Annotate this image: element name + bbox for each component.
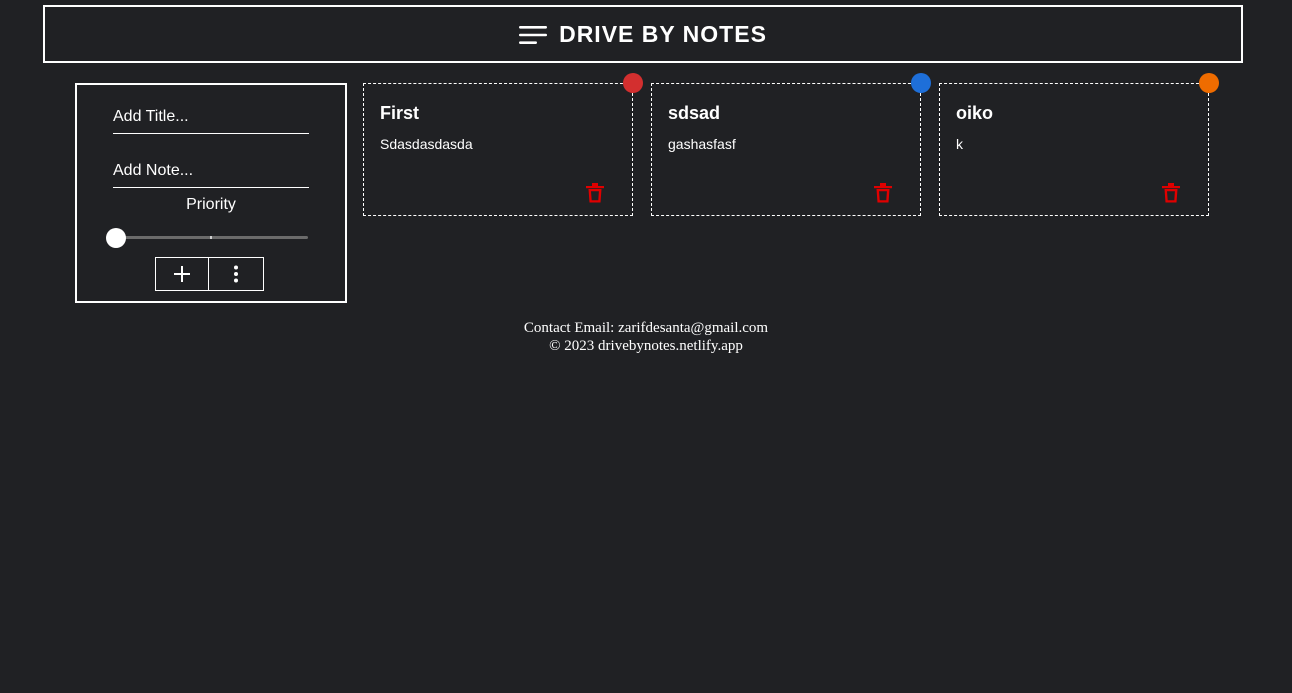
priority-dot	[623, 73, 643, 93]
priority-slider-thumb[interactable]	[106, 228, 126, 248]
form-button-group	[155, 257, 264, 291]
footer: Contact Email: zarifdesanta@gmail.com © …	[0, 319, 1292, 355]
priority-label: Priority	[186, 196, 236, 213]
note-title: sdsad	[668, 103, 721, 123]
note-body: gashasfasf	[668, 136, 736, 152]
plus-icon	[174, 266, 190, 282]
app-title: DRIVE BY NOTES	[559, 20, 767, 47]
more-vertical-icon	[234, 265, 238, 283]
trash-icon[interactable]	[874, 183, 892, 203]
add-note-button[interactable]	[155, 257, 209, 291]
note-body: Sdasdasdasda	[380, 136, 473, 152]
priority-dot	[1199, 73, 1219, 93]
title-input[interactable]	[113, 101, 309, 134]
copyright: © 2023 drivebynotes.netlify.app	[549, 338, 743, 354]
note-body: k	[956, 136, 963, 152]
note-title: oiko	[956, 103, 994, 123]
priority-slider-tick	[210, 236, 212, 239]
note-card: First Sdasdasdasda	[363, 73, 643, 216]
app-header: DRIVE BY NOTES	[43, 5, 1243, 63]
note-card: oiko k	[939, 73, 1219, 216]
menu-icon[interactable]	[519, 25, 548, 45]
contact-email: Contact Email: zarifdesanta@gmail.com	[523, 320, 769, 336]
priority-dot	[911, 73, 931, 93]
note-title: First	[380, 103, 420, 123]
note-input[interactable]	[113, 155, 309, 188]
trash-icon[interactable]	[1162, 183, 1180, 203]
note-card: sdsad gashasfasf	[651, 73, 931, 216]
add-note-form: Priority	[75, 83, 347, 303]
trash-icon[interactable]	[586, 183, 604, 203]
more-options-button[interactable]	[209, 257, 264, 291]
